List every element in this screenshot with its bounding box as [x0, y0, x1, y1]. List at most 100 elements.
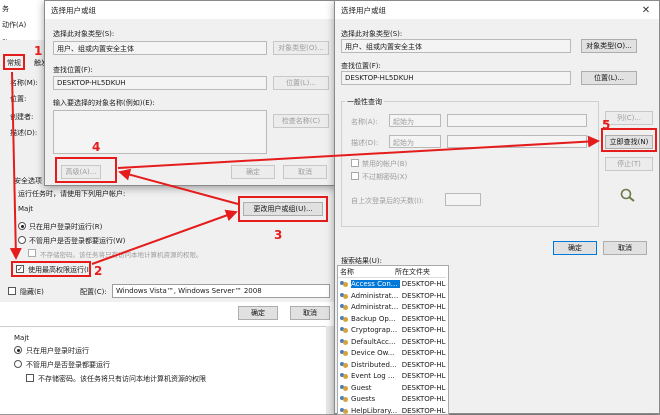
- location-button[interactable]: 位置(L)...: [273, 76, 329, 90]
- table-row[interactable]: HelpLibrary...DESKTOP-HL...: [338, 405, 446, 415]
- annotation-number-3: 3: [274, 228, 282, 242]
- lower-radio-logged-on-label: 只在用户登录时运行: [26, 346, 89, 356]
- desc-query-input[interactable]: [447, 135, 587, 148]
- object-type-button[interactable]: 对象类型(O)...: [273, 41, 329, 55]
- col-folder-header[interactable]: 所在文件夹: [393, 267, 445, 277]
- adv-cancel-button[interactable]: 取消: [603, 241, 647, 255]
- user-group-icon: [340, 303, 348, 311]
- user-group-icon: [340, 338, 348, 346]
- location-field: DESKTOP-HL5DKUH: [53, 76, 267, 90]
- lower-scrollbar[interactable]: [326, 326, 334, 414]
- lower-no-store-checkbox[interactable]: [26, 374, 34, 382]
- table-row[interactable]: Cryptograp...DESKTOP-HL...: [338, 324, 446, 336]
- adv-object-type-label: 选择此对象类型(S):: [341, 29, 402, 39]
- run-as-label: 运行任务时，请使用下列用户帐户:: [18, 189, 125, 199]
- user-group-icon: [340, 372, 348, 380]
- user-group-icon: [340, 384, 348, 392]
- annotation-number-2: 2: [94, 264, 102, 278]
- table-row[interactable]: Event Log ...DESKTOP-HL...: [338, 370, 446, 382]
- desc-query-op[interactable]: 起始为: [389, 135, 441, 148]
- table-row[interactable]: Administrat...DESKTOP-HL...: [338, 290, 446, 302]
- hidden-checkbox[interactable]: [8, 287, 16, 295]
- result-folder: DESKTOP-HL...: [400, 326, 446, 334]
- lower-panel: [0, 326, 326, 414]
- user-group-icon: [340, 407, 348, 415]
- advanced-dialog-titlebar: 选择用户或组 ✕: [335, 1, 659, 19]
- result-name: Administrat...: [351, 303, 400, 311]
- name-label: 名称(M):: [10, 78, 38, 88]
- name-query-label: 名称(A):: [351, 117, 378, 127]
- columns-button[interactable]: 列(C)...: [605, 111, 653, 125]
- table-row[interactable]: Backup Op...DESKTOP-HL...: [338, 313, 446, 325]
- result-folder: DESKTOP-HL...: [400, 315, 446, 323]
- advanced-dialog-title: 选择用户或组: [335, 5, 386, 16]
- annotation-box-tab-general: [3, 54, 25, 70]
- annotation-box-advanced: [55, 157, 117, 183]
- user-group-icon: [340, 361, 348, 369]
- disabled-accounts-checkbox[interactable]: [351, 159, 359, 167]
- enter-names-textarea[interactable]: [53, 110, 267, 154]
- days-since-logon-select[interactable]: [445, 193, 481, 206]
- user-group-icon: [340, 395, 348, 403]
- result-name: Guest: [351, 384, 400, 392]
- result-name: HelpLibrary...: [351, 407, 400, 415]
- description-label: 描述(D):: [10, 128, 37, 138]
- days-since-logon-label: 自上次登录后的天数(I):: [351, 196, 424, 206]
- no-store-password-label: 不存储密码。该任务将只有访问本地计算机资源的权限。: [40, 249, 203, 259]
- adv-ok-button[interactable]: 确定: [553, 241, 597, 255]
- stop-button[interactable]: 停止(T): [605, 157, 653, 171]
- non-expiring-checkbox[interactable]: [351, 172, 359, 180]
- radio-any[interactable]: [18, 236, 26, 244]
- result-name: Access Con...: [351, 280, 400, 288]
- bg-ok-button[interactable]: 确定: [238, 306, 278, 320]
- table-row[interactable]: GuestDESKTOP-HL...: [338, 382, 446, 394]
- result-folder: DESKTOP-HL...: [400, 349, 446, 357]
- annotation-number-4: 4: [92, 140, 100, 154]
- result-folder: DESKTOP-HL...: [400, 292, 446, 300]
- select-cancel-button[interactable]: 取消: [283, 165, 327, 179]
- name-query-op[interactable]: 起始为: [389, 114, 441, 127]
- lower-radio-logged-on[interactable]: [14, 346, 22, 354]
- lower-user: Majt: [14, 334, 29, 342]
- select-dialog-titlebar: 选择用户或组: [45, 1, 335, 19]
- menu-fragment[interactable]: 动作(A): [2, 20, 26, 30]
- close-icon[interactable]: ✕: [633, 1, 659, 19]
- advanced-select-dialog: 选择用户或组 ✕ 选择此对象类型(S): 用户、组或内置安全主体 对象类型(O)…: [334, 0, 660, 414]
- result-folder: DESKTOP-HL...: [400, 280, 446, 288]
- result-name: Backup Op...: [351, 315, 400, 323]
- run-as-user: Majt: [18, 205, 33, 213]
- table-row[interactable]: DefaultAcc...DESKTOP-HL...: [338, 336, 446, 348]
- result-name: Administrat...: [351, 292, 400, 300]
- name-query-input[interactable]: [447, 114, 587, 127]
- bg-cancel-button[interactable]: 取消: [290, 306, 330, 320]
- configure-select[interactable]: Windows Vista™, Windows Server™ 2008: [112, 284, 330, 298]
- common-queries-tab[interactable]: 一般性查询: [345, 97, 384, 107]
- no-store-password-checkbox[interactable]: [28, 249, 36, 257]
- col-name-header[interactable]: 名称: [338, 267, 393, 277]
- result-folder: DESKTOP-HL...: [400, 384, 446, 392]
- result-folder: DESKTOP-HL...: [400, 338, 446, 346]
- results-list[interactable]: 名称 所在文件夹 Access Con...DESKTOP-HL...Admin…: [337, 265, 449, 415]
- window-title-fragment: 务: [2, 4, 9, 14]
- radio-any-label: 不管用户是否登录都要运行(W): [29, 236, 125, 246]
- table-row[interactable]: Device Ow...DESKTOP-HL...: [338, 347, 446, 359]
- desc-query-label: 描述(D):: [351, 138, 378, 148]
- table-row[interactable]: Access Con...DESKTOP-HL...: [338, 278, 446, 290]
- adv-location-field: DESKTOP-HL5DKUH: [341, 71, 571, 85]
- adv-location-button[interactable]: 位置(L)...: [581, 71, 637, 85]
- adv-location-label: 查找位置(F):: [341, 61, 381, 71]
- lower-radio-any[interactable]: [14, 360, 22, 368]
- lower-radio-any-label: 不管用户是否登录都要运行: [26, 360, 110, 370]
- radio-logged-on[interactable]: [18, 222, 26, 230]
- adv-object-type-button[interactable]: 对象类型(O)...: [581, 39, 637, 53]
- result-folder: DESKTOP-HL...: [400, 361, 446, 369]
- table-row[interactable]: GuestsDESKTOP-HL...: [338, 393, 446, 405]
- select-dialog-title: 选择用户或组: [45, 5, 96, 16]
- check-names-button[interactable]: 检查名称(C): [273, 114, 329, 128]
- result-name: Cryptograp...: [351, 326, 400, 334]
- non-expiring-label: 不过期密码(X): [362, 172, 407, 182]
- select-ok-button[interactable]: 确定: [231, 165, 275, 179]
- user-group-icon: [340, 292, 348, 300]
- table-row[interactable]: Distributed...DESKTOP-HL...: [338, 359, 446, 371]
- table-row[interactable]: Administrat...DESKTOP-HL...: [338, 301, 446, 313]
